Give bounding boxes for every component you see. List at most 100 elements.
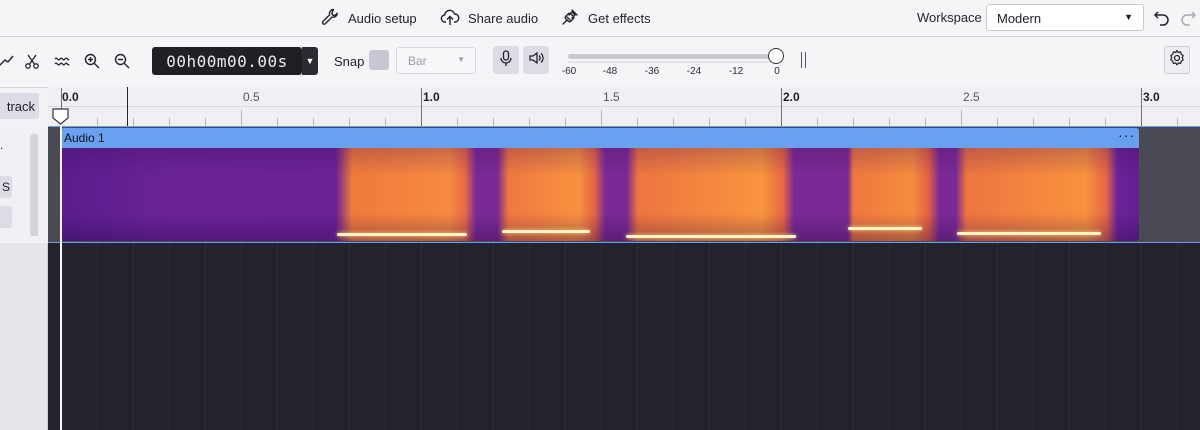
- grid-line: [277, 243, 278, 430]
- ruler-label: 2.5: [963, 90, 980, 104]
- grid-line: [997, 243, 998, 430]
- snap-value: Bar: [408, 54, 427, 68]
- meter-tick: -48: [602, 66, 618, 77]
- formant-band: [337, 233, 467, 236]
- grid-line: [889, 243, 890, 430]
- ruler-tick: [205, 118, 206, 126]
- snap-select[interactable]: Bar ▼: [396, 47, 476, 74]
- grid-line: [673, 243, 674, 430]
- grid-line: [421, 243, 422, 430]
- zoom-in-icon[interactable]: [80, 49, 104, 73]
- speaker-icon: [527, 49, 545, 72]
- grid-line: [565, 243, 566, 430]
- ruler-tick: [817, 118, 818, 126]
- track-border-top: [48, 126, 1200, 127]
- track-volume-slider[interactable]: [30, 134, 38, 236]
- ruler-tick: [97, 118, 98, 126]
- grid-line: [349, 243, 350, 430]
- audio-setup-button[interactable]: Audio setup: [320, 6, 417, 30]
- ruler-tick: [529, 118, 530, 126]
- share-audio-label: Share audio: [468, 10, 539, 26]
- workspace-label: Workspace: [917, 10, 982, 25]
- grid-line: [1177, 243, 1178, 430]
- settings-button[interactable]: [1164, 46, 1190, 74]
- ruler-tick: [385, 118, 386, 126]
- formant-band: [626, 235, 796, 238]
- snap-checkbox[interactable]: [369, 50, 389, 70]
- audio-clip[interactable]: Audio 1 ···: [61, 128, 1139, 241]
- ruler-label: 1.0: [423, 90, 440, 104]
- meter-tick: -12: [728, 66, 744, 77]
- ruler-label: 3.0: [1143, 90, 1160, 104]
- snap-label: Snap: [334, 54, 365, 69]
- redo-icon[interactable]: [1178, 8, 1198, 28]
- grid-line: [1069, 243, 1070, 430]
- grid-line: [961, 243, 962, 430]
- ruler-divider: [48, 106, 1200, 107]
- clip-menu-icon[interactable]: ···: [1118, 128, 1135, 143]
- volume-slider-track[interactable]: [568, 54, 778, 59]
- ruler-tick: [457, 118, 458, 126]
- formant-band: [957, 232, 1101, 235]
- cloud-upload-icon: [440, 7, 460, 30]
- solo-button[interactable]: S: [0, 176, 12, 198]
- undo-icon[interactable]: [1152, 8, 1172, 28]
- track-menu-dot[interactable]: .: [0, 138, 3, 152]
- grid-line: [97, 243, 98, 430]
- grid-line: [1033, 243, 1034, 430]
- cut-icon[interactable]: [20, 49, 44, 73]
- timecode-menu-icon[interactable]: ▼: [302, 47, 318, 75]
- ruler-tick: [169, 118, 170, 126]
- ruler-tick: [997, 118, 998, 126]
- microphone-icon: [497, 49, 515, 72]
- grid-line: [709, 243, 710, 430]
- grid-line: [241, 243, 242, 430]
- ruler-tick: [709, 118, 710, 126]
- get-effects-button[interactable]: Get effects: [560, 6, 651, 30]
- grid-line: [781, 243, 782, 430]
- ruler-tick: [637, 118, 638, 126]
- ruler-label: 0.0: [62, 90, 79, 104]
- grid-line: [853, 243, 854, 430]
- effects-button[interactable]: [0, 206, 12, 228]
- ruler-tick: [1105, 118, 1106, 126]
- plugin-icon: [560, 7, 580, 30]
- grid-line: [133, 243, 134, 430]
- empty-track-area[interactable]: [48, 243, 1200, 430]
- zoom-out-icon[interactable]: [110, 49, 134, 73]
- volume-slider-knob[interactable]: [768, 48, 784, 64]
- meter-tick: -60: [561, 66, 577, 77]
- playhead-handle[interactable]: [52, 108, 69, 125]
- ruler-tick: [493, 118, 494, 126]
- meter-tick: 0: [774, 66, 780, 77]
- grid-line: [601, 243, 602, 430]
- ruler-tick: [313, 118, 314, 126]
- workspace-value: Modern: [997, 11, 1042, 26]
- ruler-tick: [349, 118, 350, 126]
- grid-line: [493, 243, 494, 430]
- grid-line: [1141, 243, 1142, 430]
- ruler-tick: [673, 118, 674, 126]
- grid-line: [637, 243, 638, 430]
- ruler-tick: [781, 88, 782, 126]
- ruler-tick: [889, 118, 890, 126]
- draw-tool-icon[interactable]: [0, 49, 18, 73]
- play-region-cursor: [127, 87, 128, 126]
- ruler-tick: [421, 88, 422, 126]
- clip-header[interactable]: Audio 1 ···: [61, 128, 1139, 149]
- record-meter-button[interactable]: [493, 46, 519, 74]
- wrench-icon: [320, 7, 340, 30]
- ruler-tick: [961, 110, 962, 126]
- share-audio-button[interactable]: Share audio: [440, 6, 538, 30]
- timecode-display[interactable]: 00h00m00.00s: [152, 47, 302, 75]
- workspace-select[interactable]: Modern ▼: [986, 4, 1144, 31]
- ruler-tick: [241, 110, 242, 126]
- playback-meter-button[interactable]: [523, 46, 549, 74]
- playhead-line: [60, 110, 62, 430]
- timeline-ruler[interactable]: [48, 87, 1200, 127]
- grid-line: [169, 243, 170, 430]
- audio-setup-label: Audio setup: [348, 10, 417, 26]
- meter-tick: -24: [686, 66, 702, 77]
- add-track-button[interactable]: track: [0, 93, 39, 119]
- silence-wave-icon[interactable]: [50, 49, 74, 73]
